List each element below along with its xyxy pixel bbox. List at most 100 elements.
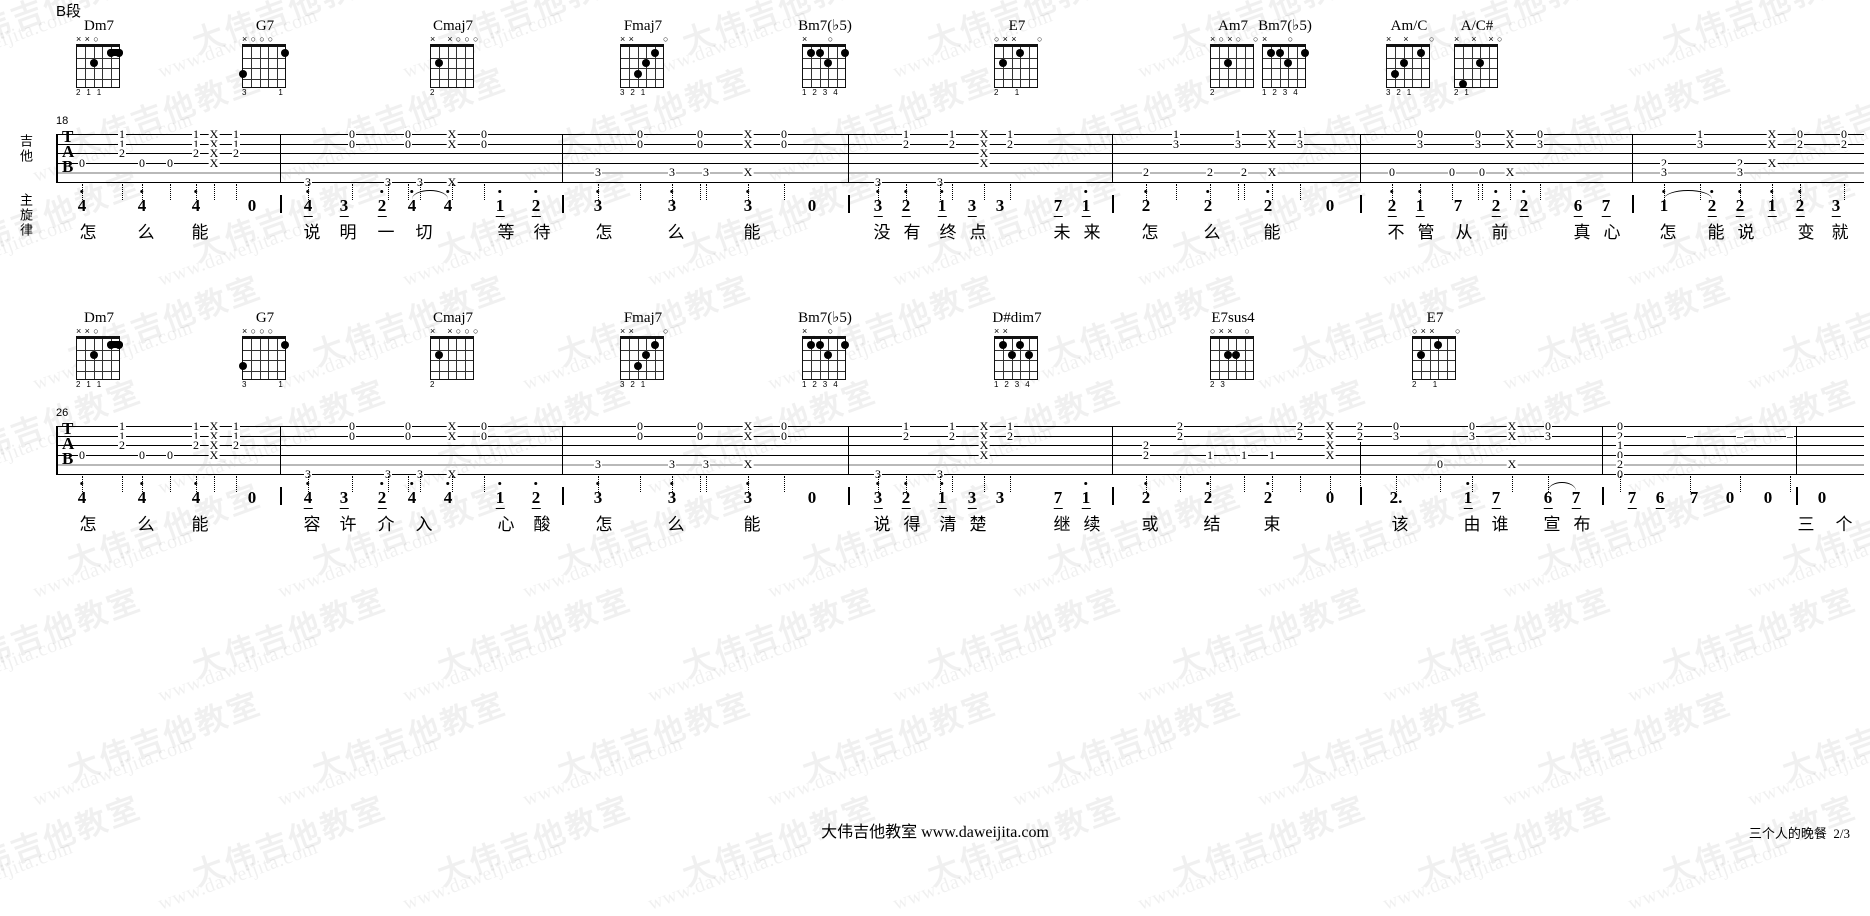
staff-line	[56, 153, 1864, 155]
lyric-character: 怎	[1141, 223, 1159, 242]
finger-dot	[1016, 340, 1025, 349]
finger-dot	[1024, 351, 1033, 359]
tab-note: 3	[668, 457, 676, 472]
octave-dot	[498, 190, 502, 193]
chord-name: D#dim7	[992, 310, 1042, 326]
fretboard-grid	[802, 44, 849, 88]
lyric-character: 怎	[595, 223, 613, 242]
open-string-icon: ○	[1287, 34, 1294, 44]
chord-diagram: G7 × ○ ○ ○ 3 1	[228, 18, 302, 98]
tie-slur	[1548, 482, 1576, 491]
lyric-character: 清	[939, 515, 957, 534]
tab-note: 0	[480, 136, 488, 151]
finger-number: 3	[242, 380, 247, 389]
tab-note: 3	[594, 165, 602, 180]
lyric-character: 能	[191, 223, 209, 242]
numbered-note: 2	[531, 482, 541, 509]
footer-song-title: 三个人的晚餐	[1748, 826, 1827, 841]
numbered-note: 3	[873, 482, 883, 509]
octave-dot	[1710, 190, 1714, 193]
open-string-markers: × × × ○	[1454, 34, 1503, 44]
finger-number: 1	[1464, 88, 1469, 97]
finger-numbers: 21	[1454, 88, 1500, 98]
numbered-note: 4	[138, 190, 146, 215]
open-string-icon: ○	[1497, 34, 1503, 44]
tab-note: 3	[1544, 428, 1552, 443]
finger-number: 1	[994, 380, 999, 389]
numbered-note: 3	[339, 488, 349, 509]
open-string-icon: ○	[259, 326, 265, 336]
finger-dot	[807, 48, 816, 57]
tab-note: 0	[166, 447, 174, 462]
lyric-character: 由	[1463, 515, 1481, 534]
chord-name: E7sus4	[1211, 310, 1255, 326]
chord-diagram: D#dim7 × × 1 2 3 4	[980, 310, 1054, 390]
finger-number: 4	[1025, 380, 1030, 389]
numbered-note: 7	[1053, 488, 1063, 509]
muted-string-icon: ×	[620, 34, 626, 44]
lyric-character: 容	[303, 515, 321, 534]
open-string-markers: × × ○	[76, 35, 122, 44]
watermark-text: 大伟吉他教室	[1167, 789, 1372, 893]
watermark-text: www.daweijita.com	[1380, 628, 1546, 707]
numbered-note: 4	[303, 190, 313, 217]
fretboard-grid	[1262, 44, 1309, 88]
tab-staff-1: T A B 18 0 1 1 2 0 0 1 1 2 X X X X 1 1 2 3 0 0 3 3 0 0 X X X 0 0 3 0 0 3 3 0 0…	[0, 115, 1870, 200]
finger-dot	[89, 351, 98, 359]
lyric-character: 酸	[533, 515, 551, 534]
muted-string-icon: ×	[1386, 34, 1392, 44]
tab-note: 0	[780, 428, 788, 443]
finger-number: 2	[430, 88, 435, 97]
lyric-character: 明	[339, 223, 357, 242]
numbered-note: 0	[1817, 488, 1827, 507]
numbered-note: 1	[1415, 190, 1425, 217]
tab-note: X	[1266, 136, 1278, 151]
staff-line	[56, 143, 1864, 145]
chord-name: Fmaj7	[623, 18, 663, 34]
tab-note: X	[1266, 165, 1278, 180]
staff-barline	[280, 134, 281, 182]
staff-line	[56, 474, 1864, 475]
finger-dot	[824, 59, 833, 67]
octave-dot	[940, 482, 944, 485]
finger-number: 3	[242, 88, 247, 97]
tab-note: X	[208, 155, 220, 170]
watermark-text: www.daweijita.com	[1625, 836, 1791, 915]
numbered-note: 0	[807, 196, 817, 215]
numbered-note: 2	[1491, 190, 1501, 217]
numbered-note: 1	[1767, 190, 1777, 217]
finger-dot	[1275, 48, 1284, 57]
tab-note: –	[1736, 428, 1744, 443]
numbered-note: 2	[1142, 482, 1150, 507]
chord-diagram: Bm7(♭5) × ○ 1 2 3 4	[788, 310, 862, 390]
numbered-note: 2	[1264, 190, 1272, 215]
finger-number: 2	[994, 88, 999, 97]
fretboard-grid	[1454, 44, 1498, 88]
finger-dot	[1399, 59, 1408, 67]
instrument-label: 吉他	[18, 134, 33, 164]
tab-note: 0	[348, 136, 356, 151]
open-string-markers: × × ○ ○ ○	[430, 326, 478, 336]
watermark-text: www.daweijita.com	[155, 628, 321, 707]
finger-number: 1	[1262, 88, 1267, 97]
finger-numbers: 31	[242, 88, 288, 98]
tab-note: 3	[1234, 136, 1242, 151]
muted-string-icon: ×	[1227, 34, 1233, 44]
octave-dot	[1466, 482, 1470, 485]
octave-dot	[670, 482, 674, 485]
numbered-note: 2	[901, 190, 911, 217]
octave-dot	[410, 190, 414, 193]
chord-name: E7	[1008, 18, 1026, 34]
muted-string-icon: ×	[430, 326, 436, 336]
muted-string-icon: ×	[1488, 34, 1494, 44]
chord-name: Bm7(♭5)	[798, 18, 852, 34]
open-string-markers: ○ × × ○	[1210, 327, 1256, 336]
notation-barline	[280, 487, 282, 505]
octave-dot	[904, 190, 908, 193]
watermark-text: 大伟吉他教室	[1777, 685, 1870, 789]
finger-numbers: 321	[620, 380, 666, 390]
finger-numbers: 23	[1210, 380, 1256, 390]
chord-diagram: E7sus4 ○ × × ○ 2 3	[1196, 310, 1270, 390]
open-string-icon: ○	[1235, 34, 1242, 44]
watermark-text: www.daweijita.com	[1745, 732, 1870, 811]
